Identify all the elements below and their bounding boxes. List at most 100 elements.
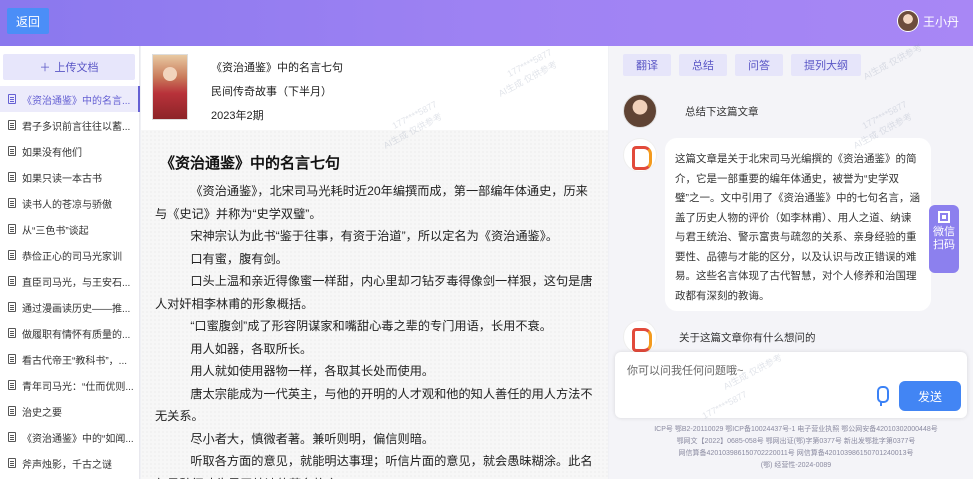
paragraph: 唐太宗能成为一代英主，与他的开明的人才观和他的知人善任的用人方法不无关系。 (155, 386, 593, 424)
document-list-item[interactable]: 斧声烛影，千古之谜 (0, 450, 140, 476)
document-icon (8, 250, 16, 260)
document-list-item[interactable]: 直臣司马光，与王安石... (0, 268, 140, 294)
assistant-avatar (623, 138, 657, 172)
paragraph: 尽小者大，慎微者著。兼听则明，偏信则暗。 (190, 431, 435, 446)
meta-title: 《资治通鉴》中的名言七句 (211, 62, 343, 74)
footer-line[interactable]: 网信算备420103986150702220011号 网信算备420103986… (623, 448, 969, 460)
wechat-label: 微信 (933, 226, 955, 238)
article-meta: 《资治通鉴》中的名言七句 民间传奇故事（下半月） 2023年2期 (211, 56, 343, 128)
document-title: 青年司马光：“仕而优则... (22, 381, 134, 393)
send-button[interactable]: 发送 (899, 381, 961, 411)
article-title: 《资治通鉴》中的名言七句 (160, 155, 341, 172)
document-icon (8, 432, 16, 442)
document-sidebar: ＋ 上传文档 《资治通鉴》中的名言... 君子多识前言往往以蓄... 如果没有他… (0, 46, 140, 479)
legal-footer: ICP号 鄂B2-20110029 鄂ICP备10024437号-1 电子营业执… (623, 424, 969, 472)
tab-translate[interactable]: 翻译 (623, 54, 671, 76)
document-list-item[interactable]: 恭俭正心的司马光家训 (0, 242, 140, 268)
assistant-avatar (623, 320, 657, 354)
document-list-item[interactable]: 治史之要 (0, 398, 140, 424)
assistant-message-text: 关于这篇文章你有什么想问的 (679, 332, 816, 344)
footer-line[interactable]: ICP号 鄂B2-20110029 鄂ICP备10024437号-1 电子营业执… (623, 424, 969, 436)
document-icon (8, 458, 16, 468)
user-menu[interactable]: 王小丹 (896, 10, 959, 32)
document-list-item[interactable]: 《资治通鉴》中的名言... (0, 86, 140, 112)
user-avatar[interactable] (896, 10, 919, 32)
document-list-item[interactable]: 通过漫画读历史——推... (0, 294, 140, 320)
document-list-item[interactable]: 君子多识前言往往以蓄... (0, 112, 140, 138)
paragraph: 口头上温和亲近得像蜜一样甜，内心里却刁钻歹毒得像剑一样狠，这句是唐人对奸相李林甫… (155, 274, 593, 311)
document-icon (8, 172, 16, 182)
document-title: 直臣司马光，与王安石... (22, 277, 131, 289)
document-icon (8, 354, 16, 364)
scan-label: 扫码 (933, 239, 955, 251)
paragraph: 口有蜜，腹有剑。 (190, 251, 288, 266)
document-list-item[interactable]: 做履职有情怀有质量的... (0, 320, 140, 346)
ai-chat-panel: 翻译 总结 问答 提列大纲 总结下这篇文章 这篇文章是关于北宋司马光编撰的《资治… (609, 46, 973, 479)
document-icon (8, 120, 16, 130)
document-list-item[interactable]: 青年司马光：“仕而优则... (0, 372, 140, 398)
document-list-item[interactable]: 如果没有他们 (0, 138, 140, 164)
document-icon (8, 224, 16, 234)
document-title: 从“三色书”谈起 (22, 225, 89, 237)
document-title: 君子多识前言往往以蓄... (22, 121, 131, 133)
bot-message (623, 138, 657, 172)
document-icon (8, 328, 16, 338)
document-icon (8, 94, 16, 104)
assistant-logo-icon (630, 145, 652, 170)
document-list-item[interactable]: 如果只读一本古书 (0, 164, 140, 190)
document-title: 做履职有情怀有质量的... (22, 329, 131, 341)
document-icon (8, 146, 16, 156)
ai-action-tabs: 翻译 总结 问答 提列大纲 (623, 54, 861, 76)
document-title: 斧声烛影，千古之谜 (22, 459, 112, 471)
paragraph: 用人如器，各取所长。 (190, 341, 313, 356)
wechat-scan-button[interactable]: 微信 扫码 (929, 205, 959, 273)
user-avatar (623, 94, 657, 128)
document-title: 读书人的苍凉与骄傲 (22, 199, 112, 211)
paragraph: “口蜜腹剑”成了形容阴谋家和嘴甜心毒之辈的专门用语，长用不衰。 (190, 319, 552, 333)
article-header: 《资治通鉴》中的名言七句 民间传奇故事（下半月） 2023年2期 (141, 46, 608, 130)
document-icon (8, 406, 16, 416)
document-list: 《资治通鉴》中的名言... 君子多识前言往往以蓄... 如果没有他们 如果只读一… (0, 86, 140, 476)
tab-outline[interactable]: 提列大纲 (791, 54, 861, 76)
tab-summarize[interactable]: 总结 (679, 54, 727, 76)
document-icon (8, 302, 16, 312)
document-title: 《资治通鉴》中的名言... (22, 95, 131, 107)
microphone-icon[interactable] (873, 386, 889, 406)
document-title: 看古代帝王“教科书”，... (22, 355, 127, 367)
tab-qa[interactable]: 问答 (735, 54, 783, 76)
document-icon (8, 276, 16, 286)
bot-message: 关于这篇文章你有什么想问的 (623, 320, 816, 354)
document-list-item[interactable]: 从“三色书”谈起 (0, 216, 140, 242)
document-title: 如果没有他们 (22, 147, 82, 159)
document-list-item[interactable]: 读书人的苍凉与骄傲 (0, 190, 140, 216)
meta-issue: 2023年2期 (211, 110, 264, 122)
document-list-item[interactable]: 看古代帝王“教科书”，... (0, 346, 140, 372)
top-bar: 返回 王小丹 (0, 0, 973, 46)
paragraph: 用人就如使用器物一样，各取其长处而使用。 (190, 364, 435, 378)
back-button[interactable]: 返回 (7, 8, 49, 34)
document-icon (8, 380, 16, 390)
user-message-text: 总结下这篇文章 (685, 106, 759, 118)
upload-label: 上传文档 (54, 62, 99, 74)
document-title: 如果只读一本古书 (22, 173, 102, 185)
assistant-logo-icon (630, 327, 652, 352)
article-body: 《资治通鉴》，北宋司马光耗时近20年编撰而成，第一部编年体通史，历来与《史记》并… (155, 180, 599, 479)
qr-code-icon (938, 211, 950, 223)
document-list-item[interactable]: 《资治通鉴》中的“如闻... (0, 424, 140, 450)
paragraph: 宋神宗认为此书“鉴于往事，有资于治道”，所以定名为《资治通鉴》。 (190, 229, 559, 243)
paragraph: 听取各方面的意见，就能明达事理；听信片面的意见，就会愚昧糊涂。此名句是魏征劝告君… (155, 454, 593, 479)
footer-line[interactable]: (鄂) 经营性-2024-0089 (623, 460, 969, 472)
user-message: 总结下这篇文章 (623, 94, 759, 128)
footer-line[interactable]: 鄂网文【2022】0685-058号 鄂网出证(鄂)字第0377号 新出发鄂批字… (623, 436, 969, 448)
assistant-reply-bubble: 这篇文章是关于北宋司马光编撰的《资治通鉴》的简介，它是一部重要的编年体通史，被誉… (665, 138, 931, 311)
article-reader[interactable]: 《资治通鉴》中的名言七句 民间传奇故事（下半月） 2023年2期 《资治通鉴》中… (141, 46, 608, 479)
meta-source: 民间传奇故事（下半月） (211, 86, 332, 98)
upload-document-button[interactable]: ＋ 上传文档 (3, 54, 135, 80)
paragraph: 《资治通鉴》，北宋司马光耗时近20年编撰而成，第一部编年体通史，历来与《史记》并… (155, 184, 588, 221)
magazine-cover-image (152, 54, 188, 120)
plus-icon: ＋ (39, 62, 51, 74)
chat-input[interactable]: 你可以问我任何问题哦~ (627, 362, 743, 378)
user-name: 王小丹 (922, 14, 959, 29)
chat-input-box[interactable]: 你可以问我任何问题哦~ 发送 (615, 352, 967, 418)
document-title: 《资治通鉴》中的“如闻... (22, 433, 134, 445)
